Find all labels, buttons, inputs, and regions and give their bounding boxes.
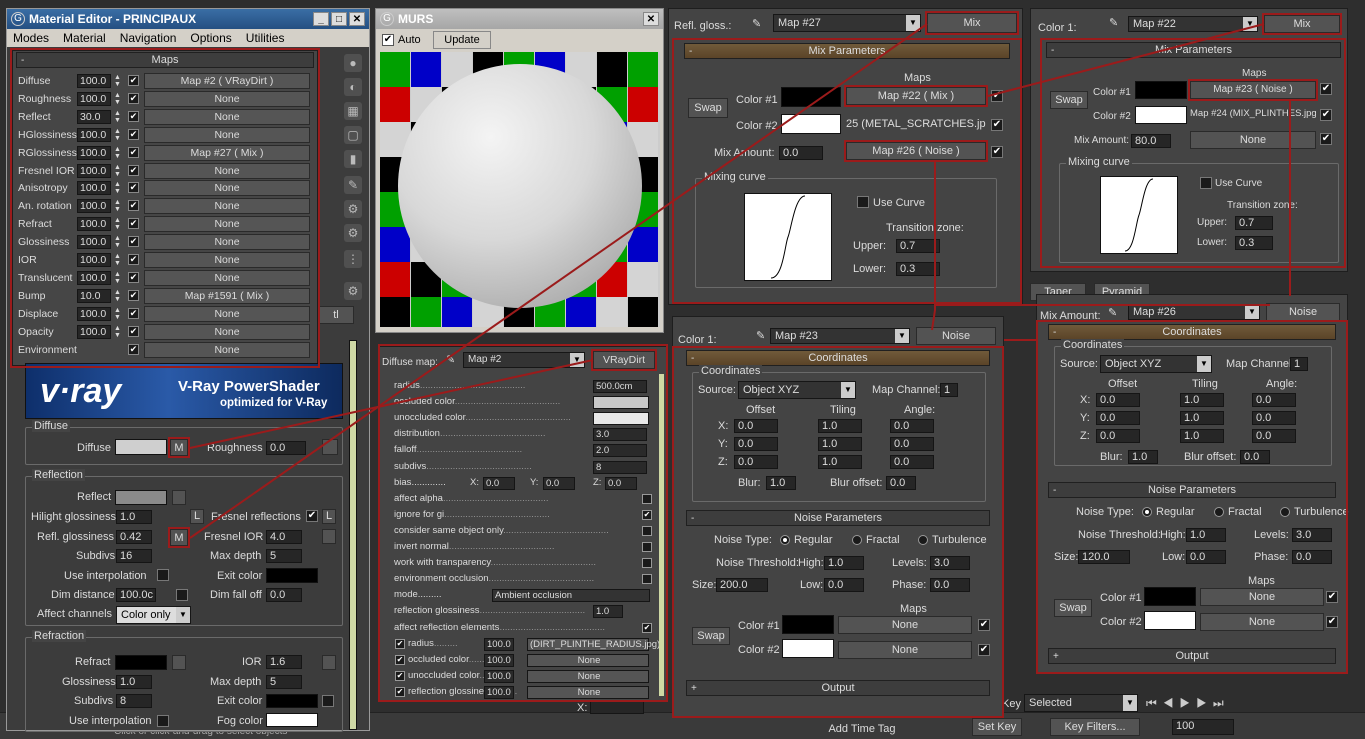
link-mix27-mix22 (987, 23, 1265, 97)
link-mix27-noise26 (931, 162, 936, 331)
link-reflgloss-mix27 (189, 23, 928, 539)
connection-lines (189, 23, 1291, 539)
link-diffuse-vraydirt (189, 359, 594, 449)
